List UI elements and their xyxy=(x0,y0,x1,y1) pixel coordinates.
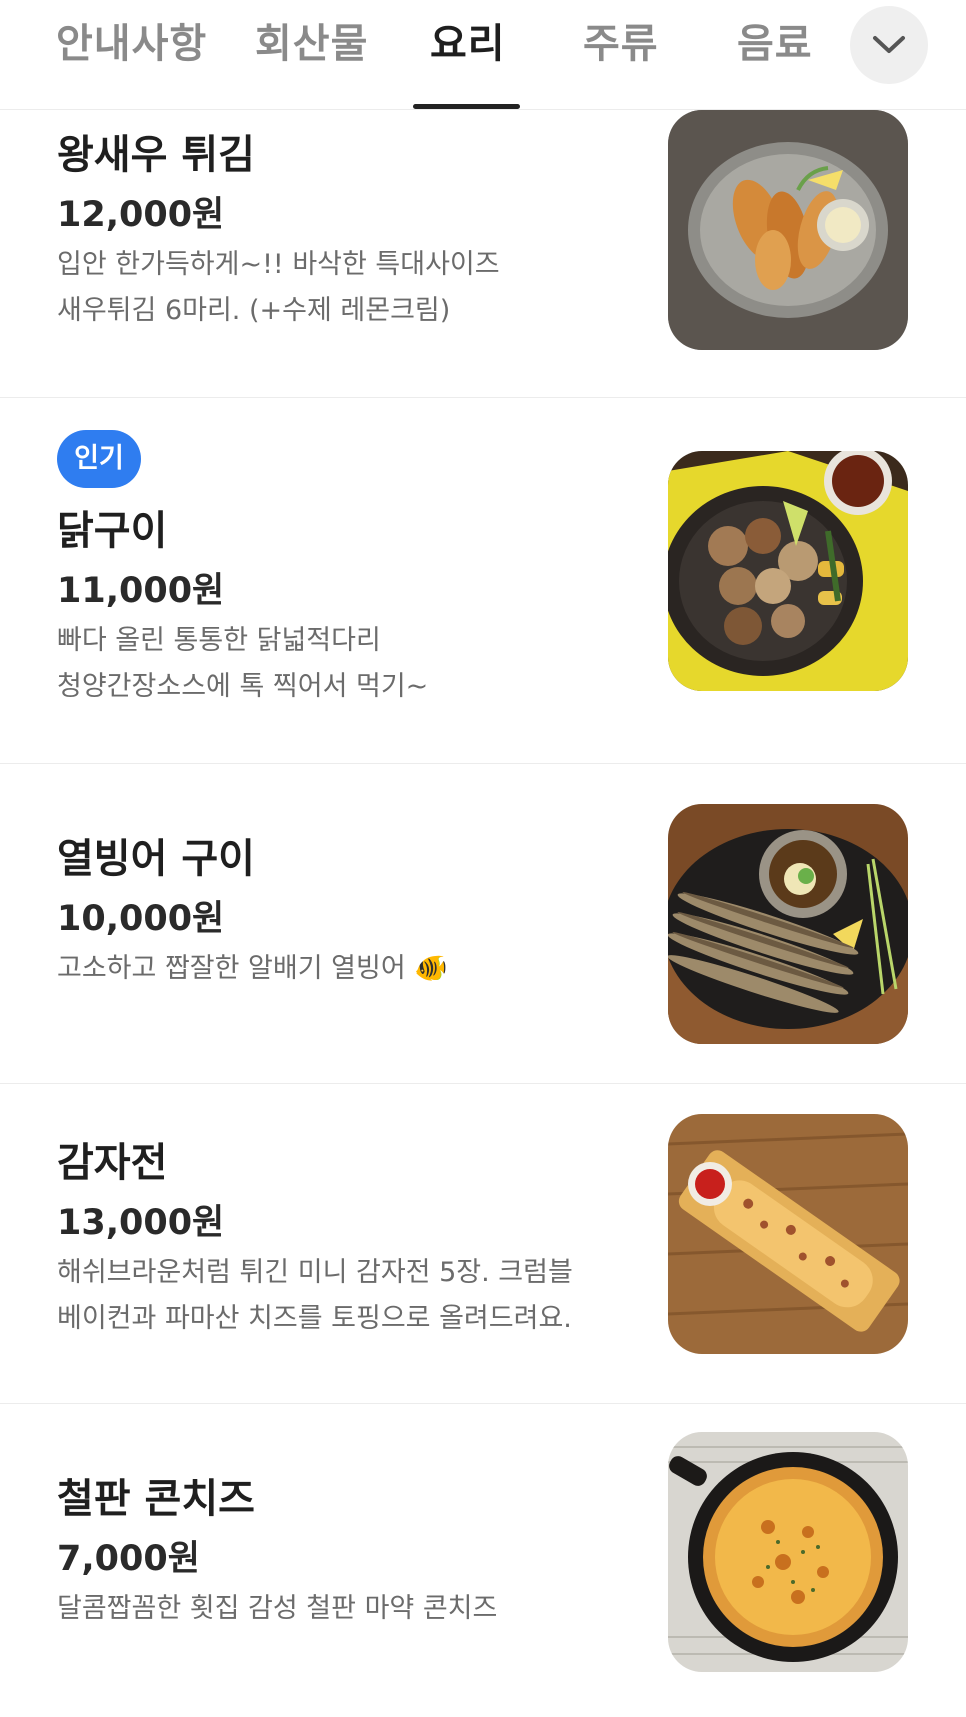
menu-item-name: 철판 콘치즈 xyxy=(57,1476,255,1522)
menu-item-description: 입안 한가득하게~!! 바삭한 특대사이즈 새우튀김 6마리. (+수제 레몬크… xyxy=(57,249,500,326)
menu-item-potato-pancake[interactable]: 감자전 13,000원 해쉬브라운처럼 튀긴 미니 감자전 5장. 크럼블 베이… xyxy=(0,1084,966,1404)
menu-item-name: 감자전 xyxy=(57,1140,168,1186)
menu-item-price: 13,000원 xyxy=(57,1203,225,1243)
menu-item-name: 닭구이 xyxy=(57,508,168,554)
menu-item-name: 열빙어 구이 xyxy=(57,836,255,882)
menu-item-description: 빠다 올린 통통한 닭넓적다리 청양간장소스에 톡 찍어서 먹기~ xyxy=(57,625,429,702)
menu-item-price: 12,000원 xyxy=(57,195,225,235)
menu-item-price: 10,000원 xyxy=(57,899,225,939)
fried-shrimp-photo[interactable] xyxy=(668,110,908,350)
menu-item-price: 7,000원 xyxy=(57,1539,200,1579)
active-tab-indicator xyxy=(413,104,520,109)
category-tab-bar: 안내사항 회산물 요리 주류 음료 xyxy=(0,0,966,110)
chevron-down-icon xyxy=(873,36,905,53)
menu-item-grilled-chicken[interactable]: 인기 닭구이 11,000원 빠다 올린 통통한 닭넓적다리 청양간장소스에 톡… xyxy=(0,398,966,764)
more-categories-button[interactable] xyxy=(850,6,928,84)
tab-liquor[interactable]: 주류 xyxy=(583,14,659,74)
tab-seafood[interactable]: 회산물 xyxy=(255,14,368,74)
corn-cheese-photo[interactable] xyxy=(668,1432,908,1672)
menu-item-fried-shrimp[interactable]: 왕새우 튀김 12,000원 입안 한가득하게~!! 바삭한 특대사이즈 새우튀… xyxy=(0,110,966,398)
potato-pancake-photo[interactable] xyxy=(668,1114,908,1354)
tab-drinks[interactable]: 음료 xyxy=(737,14,813,74)
menu-item-price: 11,000원 xyxy=(57,571,225,611)
menu-item-description: 고소하고 짭잘한 알배기 열빙어 🐠 xyxy=(57,953,448,984)
menu-item-description: 달콤짭꼼한 횟집 감성 철판 마약 콘치즈 xyxy=(57,1593,498,1624)
tab-notice[interactable]: 안내사항 xyxy=(56,14,207,74)
menu-item-description: 해쉬브라운처럼 튀긴 미니 감자전 5장. 크럼블 베이컨과 파마산 치즈를 토… xyxy=(57,1257,573,1334)
tab-dishes[interactable]: 요리 xyxy=(430,14,506,74)
menu-item-name: 왕새우 튀김 xyxy=(57,132,255,178)
menu-item-corn-cheese[interactable]: 철판 콘치즈 7,000원 달콤짭꼼한 횟집 감성 철판 마약 콘치즈 xyxy=(0,1404,966,1717)
grilled-chicken-photo[interactable] xyxy=(668,451,908,691)
grilled-smelt-photo[interactable] xyxy=(668,804,908,1044)
menu-item-grilled-smelt[interactable]: 열빙어 구이 10,000원 고소하고 짭잘한 알배기 열빙어 🐠 xyxy=(0,764,966,1084)
popular-badge: 인기 xyxy=(57,430,141,488)
